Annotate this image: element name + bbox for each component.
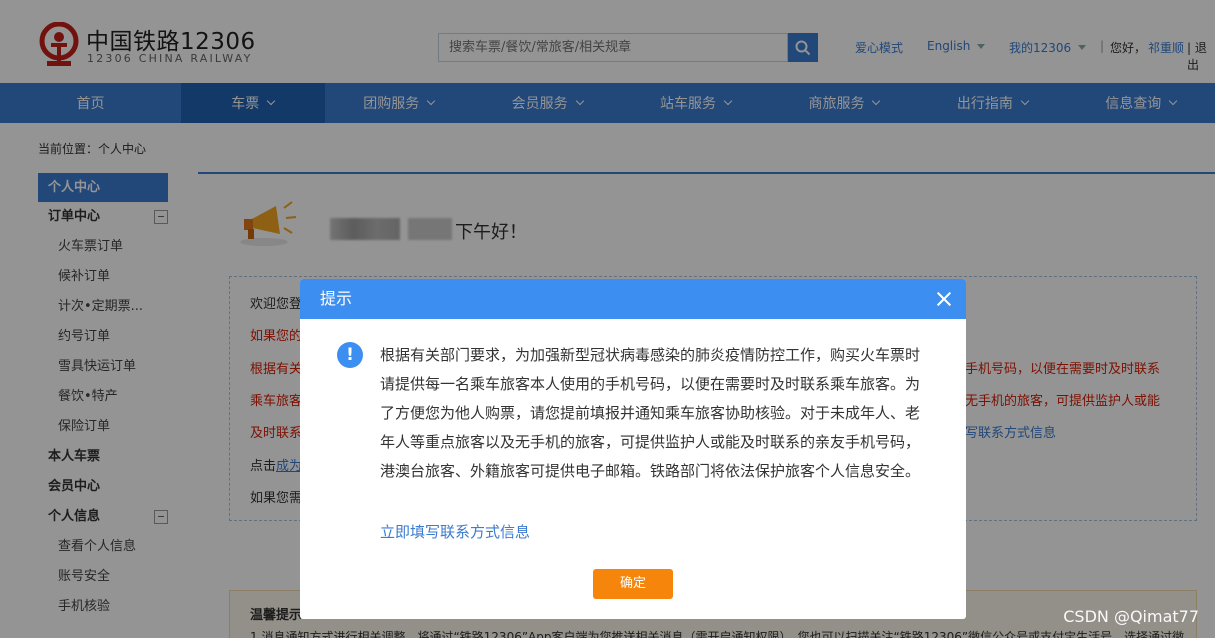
dialog-header: 提示 [300,279,966,319]
close-icon[interactable] [934,289,954,309]
fill-contact-link[interactable]: 立即填写联系方式信息 [380,521,530,542]
ok-button[interactable]: 确定 [593,569,673,599]
watermark: CSDN @Qimat77 [1063,607,1199,626]
dialog-message: 根据有关部门要求，为加强新型冠状病毒感染的肺炎疫情防控工作，购买火车票时请提供每… [380,346,921,480]
prompt-dialog: 提示 ! 根据有关部门要求，为加强新型冠状病毒感染的肺炎疫情防控工作，购买火车票… [300,279,966,619]
exclamation-icon: ! [337,342,363,368]
dialog-title: 提示 [320,289,353,308]
